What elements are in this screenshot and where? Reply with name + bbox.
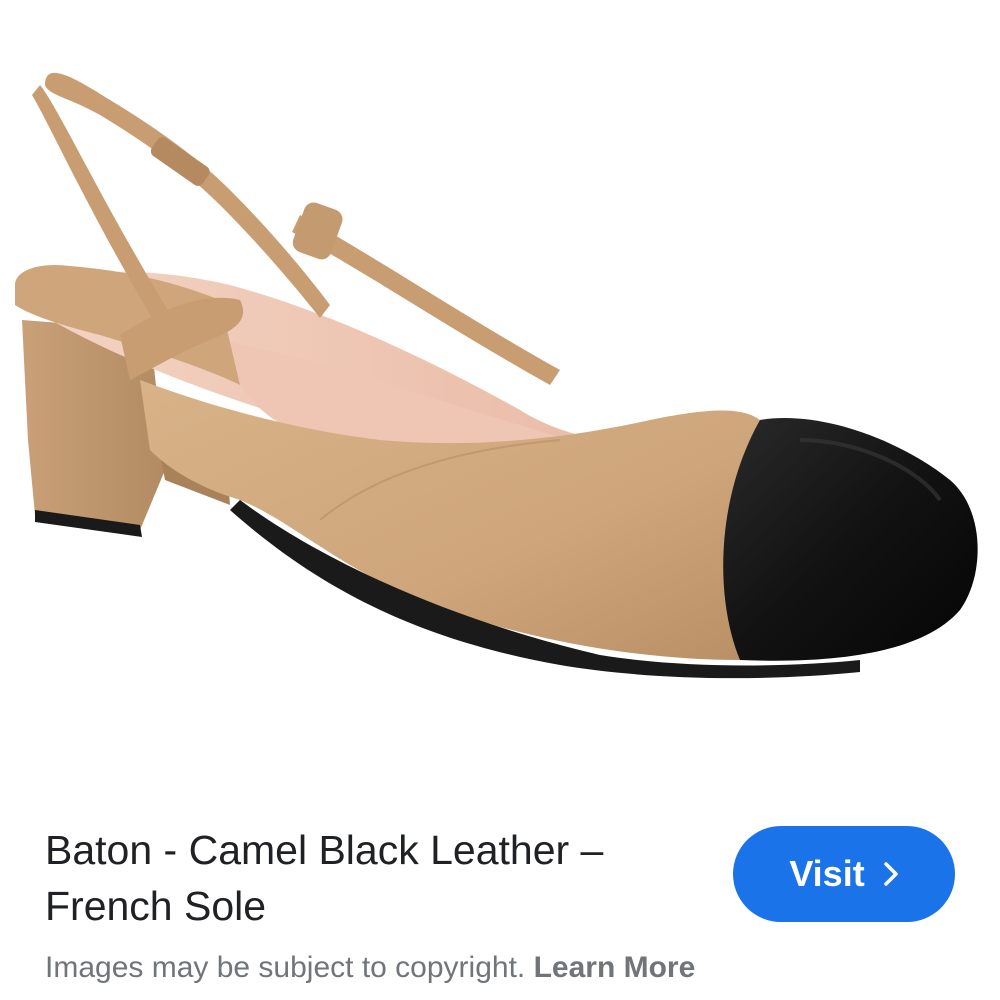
cap-toe xyxy=(723,418,978,661)
product-title[interactable]: Baton - Camel Black Leather – French Sol… xyxy=(45,822,685,934)
product-title-line2: French Sole xyxy=(45,883,267,929)
visit-button[interactable]: Visit xyxy=(733,826,955,922)
copyright-notice: Images may be subject to copyright. Lear… xyxy=(45,948,695,988)
shoe-image: f s xyxy=(15,72,978,679)
learn-more-link[interactable]: Learn More xyxy=(534,951,696,984)
product-title-line1: Baton - Camel Black Leather – xyxy=(45,827,604,873)
copyright-text: Images may be subject to copyright. xyxy=(45,951,526,984)
visit-button-label: Visit xyxy=(789,853,865,894)
chevron-right-icon xyxy=(883,861,899,887)
product-image[interactable]: f s xyxy=(0,0,1000,790)
